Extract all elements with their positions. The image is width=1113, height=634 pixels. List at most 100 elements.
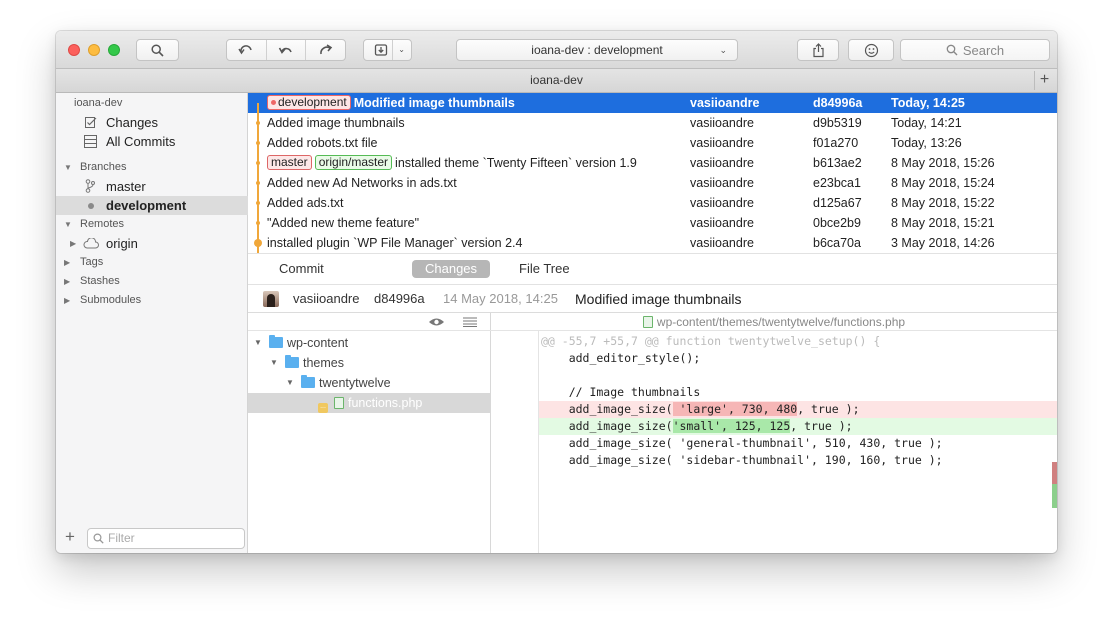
search-placeholder: Search (962, 42, 1005, 58)
current-branch-dot-icon (88, 203, 94, 209)
commit-graph-node (256, 201, 260, 205)
sidebar-item-branch-development[interactable]: development (56, 196, 248, 215)
commit-graph-node (254, 239, 262, 247)
disclosure-open-icon: ▼ (64, 220, 72, 229)
disclosure-closed-icon[interactable]: ▶ (70, 234, 76, 253)
commit-author: vasiioandre (690, 196, 754, 210)
sidebar-item-label: master (106, 179, 146, 194)
tab-ioana-dev[interactable]: ioana-dev (530, 73, 583, 87)
commit-row[interactable]: master origin/master installed theme `Twen… (248, 153, 1057, 173)
commit-message: Added robots.txt file (267, 136, 378, 150)
branch-icon (85, 179, 95, 193)
sidebar-item-branch-master[interactable]: master (56, 177, 248, 196)
commit-message: Added image thumbnails (267, 116, 405, 130)
commit-sha: 0bce2b9 (813, 216, 861, 230)
commit-row[interactable]: development Modified image thumbnails vas… (248, 93, 1057, 113)
search-icon (93, 533, 104, 544)
modified-badge: ... (318, 403, 328, 413)
tab-changes[interactable]: Changes (412, 260, 491, 278)
diff-context-line (539, 367, 1057, 384)
addition-minimap-marker (1052, 484, 1057, 508)
diff-context-line: add_editor_style(); (541, 351, 701, 365)
deletion-minimap-marker (1052, 462, 1057, 484)
commit-sha: d125a67 (813, 196, 862, 210)
tab-commit[interactable]: Commit (266, 260, 337, 278)
changed-files-tree: ▼ wp-content ▼ themes ▼ twentytwelve ...… (248, 313, 491, 553)
sidebar-section-remotes[interactable]: ▼ Remotes (56, 215, 248, 234)
commit-date: 8 May 2018, 15:26 (891, 156, 995, 170)
sidebar-section-tags[interactable]: ▶ Tags (56, 253, 248, 272)
sidebar-filter-input[interactable]: Filter (87, 528, 245, 549)
sidebar-item-remote-origin[interactable]: ▶ origin (56, 234, 248, 253)
search-field[interactable]: Search (900, 39, 1050, 61)
folder-icon (269, 335, 283, 348)
commit-author: vasiioandre (690, 96, 760, 110)
sidebar-section-submodules[interactable]: ▶ Submodules (56, 291, 248, 310)
sidebar-item-all-commits[interactable]: All Commits (56, 132, 248, 151)
commit-row[interactable]: Added ads.txt vasiioandre d125a67 8 May … (248, 193, 1057, 213)
commit-sha: b613ae2 (813, 156, 862, 170)
stash-icon (374, 44, 388, 56)
sidebar-section-branches[interactable]: ▼ Branches (56, 158, 248, 177)
minimize-window-button[interactable] (88, 44, 100, 56)
repo-branch-label: ioana-dev : development (531, 43, 663, 57)
sidebar-item-label: Changes (106, 115, 159, 130)
search-toggle-button[interactable] (136, 39, 179, 61)
sidebar-item-changes[interactable]: Changes (56, 113, 248, 132)
magnifier-icon (151, 43, 164, 57)
sidebar-section-stashes[interactable]: ▶ Stashes (56, 272, 248, 291)
commit-author: vasiioandre (690, 136, 754, 150)
close-window-button[interactable] (68, 44, 80, 56)
commit-date: Today, 13:26 (891, 136, 962, 150)
tab-file-tree[interactable]: File Tree (506, 260, 583, 278)
share-button[interactable] (797, 39, 839, 61)
disclosure-closed-icon: ▶ (64, 296, 71, 305)
new-tab-button[interactable]: + (1034, 71, 1054, 90)
stash-button[interactable]: ⌄ (363, 39, 412, 61)
commit-author: vasiioandre (690, 236, 754, 250)
tree-folder-wp-content[interactable]: ▼ wp-content (248, 333, 490, 353)
sidebar-item-label: origin (106, 236, 138, 251)
commit-graph-line (257, 103, 259, 253)
file-tree-header (248, 313, 491, 331)
fetch-button[interactable] (227, 40, 267, 60)
disclosure-open-icon: ▼ (64, 163, 72, 172)
chevron-down-icon: ⌄ (719, 45, 727, 55)
disclosure-closed-icon: ▶ (64, 277, 71, 286)
commit-row[interactable]: Added new Ad Networks in ads.txt vasiioa… (248, 173, 1057, 193)
commit-row[interactable]: Added image thumbnails vasiioandre d9b53… (248, 113, 1057, 133)
smiley-icon (864, 43, 878, 57)
php-file-icon (642, 316, 653, 328)
commit-row[interactable]: "Added new theme feature" vasiioandre 0b… (248, 213, 1057, 233)
zoom-window-button[interactable] (108, 44, 120, 56)
tree-folder-themes[interactable]: ▼ themes (248, 353, 490, 373)
commit-message: installed theme `Twenty Fifteen` version… (395, 156, 637, 170)
commit-graph-node (256, 141, 260, 145)
eye-icon[interactable] (428, 317, 445, 327)
add-item-button[interactable]: + (65, 527, 75, 547)
emoji-button[interactable] (848, 39, 894, 61)
commit-graph-node (256, 161, 260, 165)
commit-row[interactable]: installed plugin `WP File Manager` versi… (248, 233, 1057, 253)
commit-sha: d84996a (813, 96, 863, 110)
branch-tag-development: development (267, 95, 351, 110)
changes-icon (85, 117, 97, 128)
push-button[interactable] (306, 40, 345, 60)
tree-file-functions-php[interactable]: ... functions.php (248, 393, 490, 413)
share-icon (812, 42, 824, 57)
tree-folder-twentytwelve[interactable]: ▼ twentytwelve (248, 373, 490, 393)
disclosure-open-icon: ▼ (286, 378, 294, 387)
commit-row[interactable]: Added robots.txt file vasiioandre f01a27… (248, 133, 1057, 153)
commit-author: vasiioandre (690, 116, 754, 130)
sidebar: ioana-dev Changes All Commits ▼ Branches… (56, 93, 248, 553)
commit-date: 8 May 2018, 15:24 (891, 176, 995, 190)
search-icon (946, 44, 958, 56)
head-dot-icon (271, 100, 276, 105)
deleted-text-highlight: 'large', 730, 480 (672, 402, 798, 416)
list-view-icon[interactable] (463, 317, 477, 327)
repo-branch-selector[interactable]: ioana-dev : development ⌄ (456, 39, 738, 61)
commit-message: Modified image thumbnails (353, 96, 515, 110)
pull-button[interactable] (267, 40, 307, 60)
pull-icon (278, 47, 292, 54)
diff-deleted-line: add_image_size( 'large', 730, 480, true … (539, 401, 1057, 418)
